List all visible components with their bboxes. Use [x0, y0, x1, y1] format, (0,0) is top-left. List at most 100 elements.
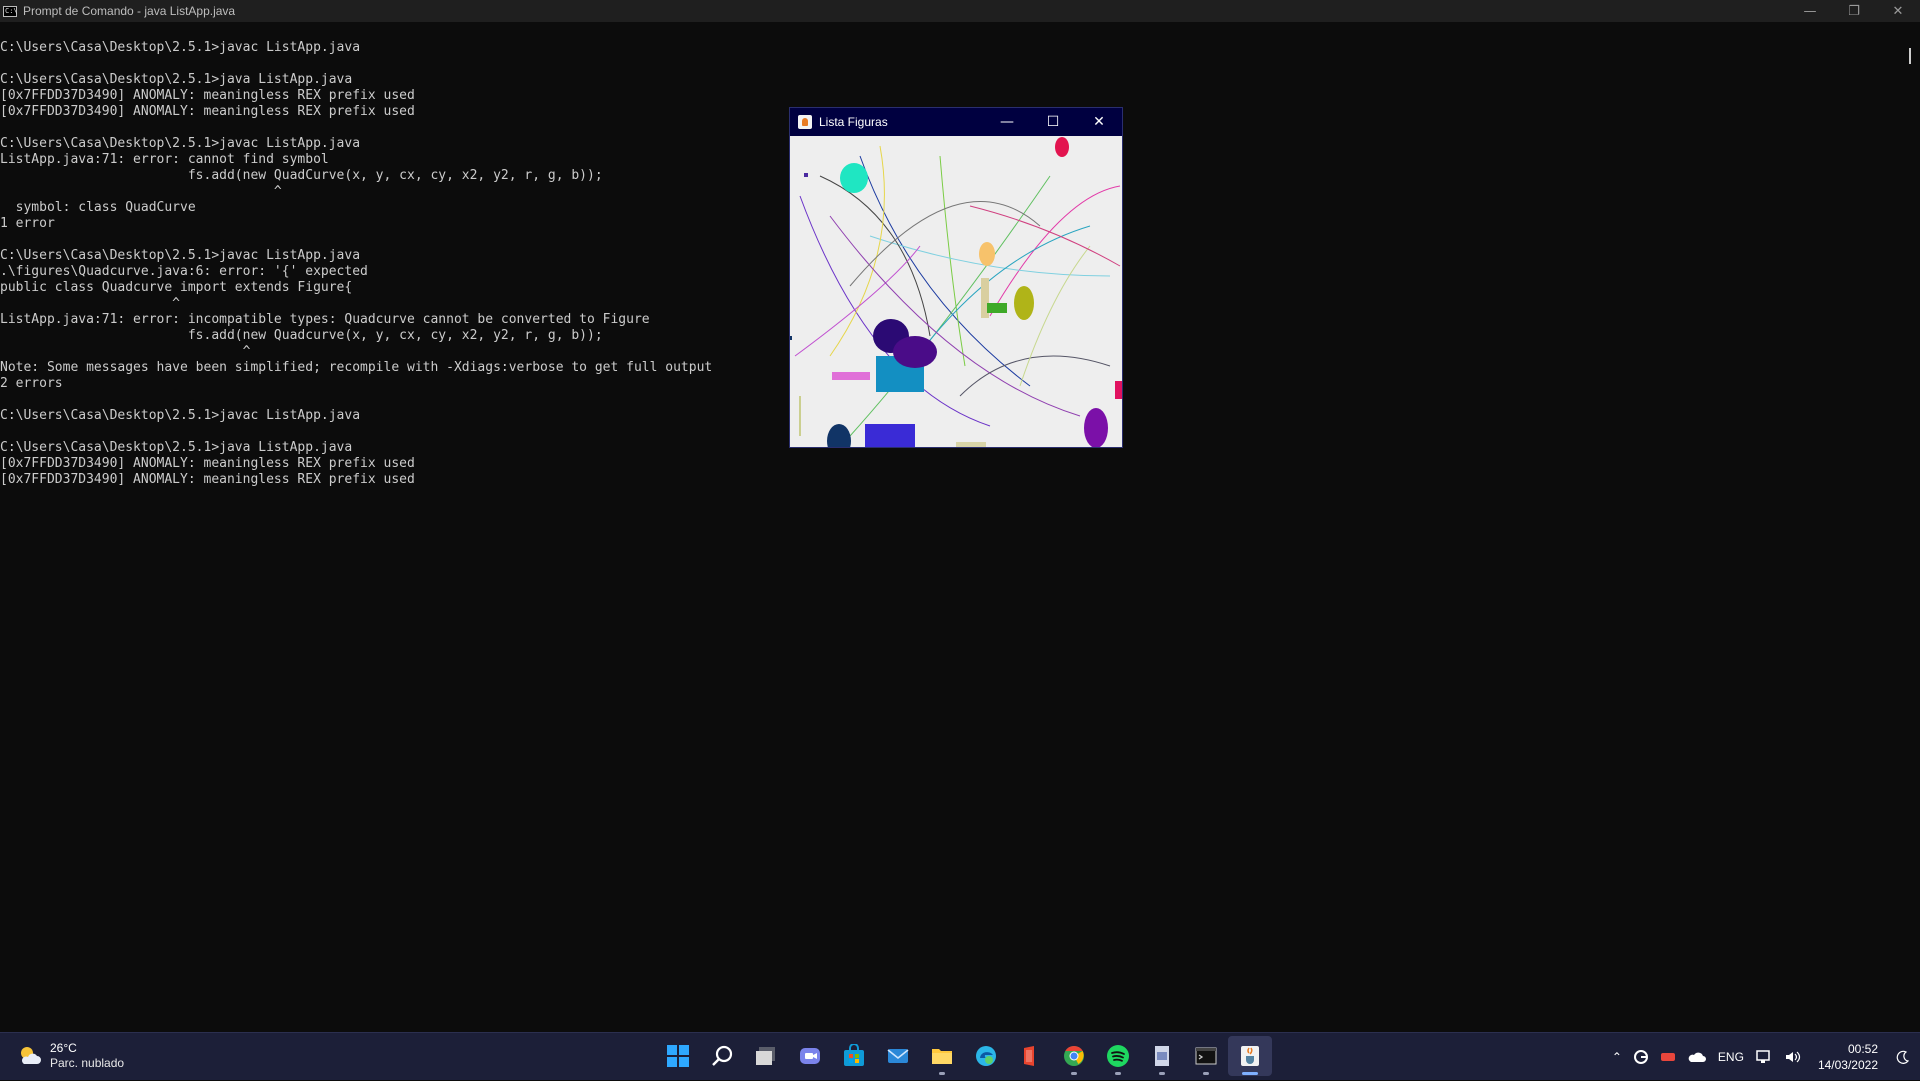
console-line: C:\Users\Casa\Desktop\2.5.1>java ListApp…: [0, 72, 353, 87]
language-indicator[interactable]: ENG: [1718, 1050, 1744, 1064]
console-line: C:\Users\Casa\Desktop\2.5.1>javac ListAp…: [0, 408, 361, 423]
java-cup-icon: [798, 115, 812, 129]
restore-button[interactable]: ❐: [1832, 0, 1876, 22]
restore-icon: ❐: [1848, 3, 1860, 19]
mail-icon: [886, 1044, 910, 1068]
rectangle: [832, 372, 870, 380]
figures-canvas[interactable]: [790, 136, 1125, 458]
console-line: ^: [0, 344, 251, 359]
ellipse: [840, 163, 868, 193]
console-line: 2 errors: [0, 376, 63, 391]
weather-widget[interactable]: 26°C Parc. nublado: [18, 1041, 124, 1071]
document-app-icon: [1150, 1044, 1174, 1068]
task-view-icon: [754, 1044, 778, 1068]
chrome-icon: [1062, 1044, 1086, 1068]
network-icon[interactable]: [1756, 1050, 1772, 1064]
file-explorer-taskbar-button[interactable]: [920, 1036, 964, 1076]
running-indicator: [1242, 1072, 1258, 1075]
notifications-icon[interactable]: [1896, 1050, 1910, 1064]
close-icon: ✕: [1892, 3, 1904, 19]
teams-chat-icon: [798, 1044, 822, 1068]
minimize-button[interactable]: —: [1788, 0, 1832, 22]
java-window-title: Lista Figuras: [819, 115, 888, 129]
scrollbar-thumb[interactable]: [1909, 48, 1911, 64]
clock[interactable]: 00:52 14/03/2022: [1818, 1041, 1878, 1073]
clock-date: 14/03/2022: [1817, 1058, 1878, 1072]
microsoft-store-taskbar-button[interactable]: [832, 1036, 876, 1076]
curve: [989, 185, 1121, 317]
rectangle: [1115, 381, 1125, 399]
system-tray: ⌃ ENG 00:52 14/03/2022: [1606, 1033, 1920, 1081]
terminal-titlebar[interactable]: C:\ Prompt de Comando - java ListApp.jav…: [0, 0, 1920, 22]
curve: [1019, 245, 1091, 387]
close-button[interactable]: ✕: [1876, 0, 1920, 22]
terminal-taskbar-button[interactable]: [1184, 1036, 1228, 1076]
clock-time: 00:52: [1847, 1042, 1878, 1056]
running-indicator: [939, 1072, 945, 1075]
console-line: C:\Users\Casa\Desktop\2.5.1>javac ListAp…: [0, 40, 361, 55]
mail-taskbar-button[interactable]: [876, 1036, 920, 1076]
console-line: Note: Some messages have been simplified…: [0, 360, 713, 375]
terminal-title: Prompt de Comando - java ListApp.java: [23, 4, 236, 18]
partly-cloudy-icon: [21, 1047, 41, 1064]
running-indicator: [1159, 1072, 1165, 1075]
chevron-up-icon[interactable]: ⌃: [1612, 1050, 1622, 1064]
onedrive-icon[interactable]: [1688, 1051, 1706, 1063]
rectangle: [865, 424, 915, 454]
office-taskbar-button[interactable]: [1008, 1036, 1052, 1076]
teams-chat-taskbar-button[interactable]: [788, 1036, 832, 1076]
java-window-titlebar[interactable]: Lista Figuras — ☐ ✕: [790, 108, 1122, 136]
chrome-taskbar-button[interactable]: [1052, 1036, 1096, 1076]
ellipse: [1055, 137, 1069, 157]
console-line: C:\Users\Casa\Desktop\2.5.1>java ListApp…: [0, 440, 353, 455]
console-line: fs.add(new QuadCurve(x, y, cx, cy, x2, y…: [0, 168, 603, 183]
rectangle: [956, 442, 986, 450]
console-output[interactable]: C:\Users\Casa\Desktop\2.5.1>javac ListAp…: [0, 40, 712, 488]
search-icon: [710, 1044, 734, 1068]
running-indicator: [1071, 1072, 1077, 1075]
console-line: symbol: class QuadCurve: [0, 200, 196, 215]
console-line: 1 error: [0, 216, 55, 231]
search-taskbar-button[interactable]: [700, 1036, 744, 1076]
rectangle: [790, 336, 792, 340]
ellipse: [827, 424, 851, 458]
start-taskbar-button[interactable]: [656, 1036, 700, 1076]
ellipse: [1014, 286, 1034, 320]
console-line: ^: [0, 184, 282, 199]
g-hub-icon[interactable]: [1633, 1050, 1648, 1064]
volume-icon[interactable]: [1784, 1050, 1802, 1064]
java-minimize-button[interactable]: —: [984, 108, 1030, 136]
spotify-icon: [1106, 1044, 1130, 1068]
weather-description: Parc. nublado: [50, 1056, 125, 1070]
console-line: ListApp.java:71: error: incompatible typ…: [0, 312, 650, 327]
java-close-button[interactable]: ✕: [1076, 108, 1122, 136]
ellipse: [979, 242, 995, 266]
java-window[interactable]: Lista Figuras — ☐ ✕: [789, 107, 1125, 458]
close-icon: ✕: [1093, 114, 1105, 130]
console-line: ListApp.java:71: error: cannot find symb…: [0, 152, 329, 167]
console-line: ^: [0, 296, 181, 311]
console-line: C:\Users\Casa\Desktop\2.5.1>javac ListAp…: [0, 248, 361, 263]
java-icon: [1238, 1044, 1262, 1068]
console-line: [0x7FFDD37D3490] ANOMALY: meaningless RE…: [0, 88, 415, 103]
console-line: [0x7FFDD37D3490] ANOMALY: meaningless RE…: [0, 472, 415, 487]
ellipse: [893, 336, 937, 368]
task-view-taskbar-button[interactable]: [744, 1036, 788, 1076]
console-line: fs.add(new Quadcurve(x, y, cx, cy, x2, y…: [0, 328, 603, 343]
java-taskbar-button[interactable]: [1228, 1036, 1272, 1076]
spotify-taskbar-button[interactable]: [1096, 1036, 1140, 1076]
document-app-taskbar-button[interactable]: [1140, 1036, 1184, 1076]
java-maximize-button[interactable]: ☐: [1030, 108, 1076, 136]
running-indicator: [1115, 1072, 1121, 1075]
weather-temperature: 26°C: [50, 1041, 77, 1055]
edge-taskbar-button[interactable]: [964, 1036, 1008, 1076]
curve: [829, 215, 1081, 417]
maximize-icon: ☐: [1046, 114, 1060, 130]
curve: [959, 355, 1111, 397]
gpu-app-icon[interactable]: [1660, 1050, 1676, 1064]
figures-drawing: [790, 137, 1125, 458]
terminal-scrollbar[interactable]: [1908, 22, 1920, 1032]
